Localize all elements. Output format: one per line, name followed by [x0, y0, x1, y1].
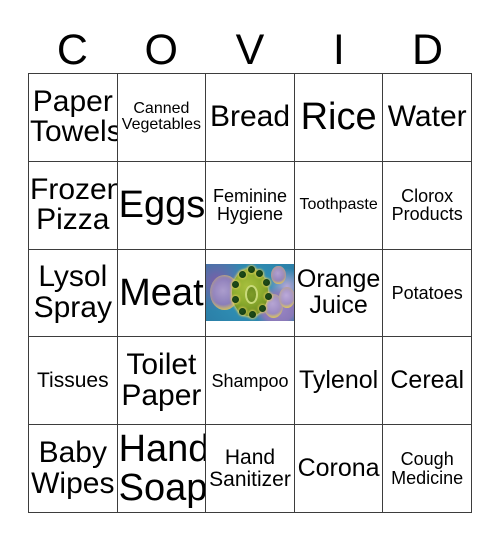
bingo-cell-r1c3[interactable]: Bread: [206, 74, 295, 162]
bingo-cell-r4c5[interactable]: Cereal: [383, 337, 472, 426]
bingo-cell-r2c3[interactable]: Feminine Hygiene: [206, 161, 295, 250]
bingo-cell-label: Rice: [300, 96, 377, 139]
header-letter-1: C: [56, 26, 88, 74]
virus-spike-icon: [264, 293, 272, 301]
bingo-cell-r4c2[interactable]: Toilet Paper: [117, 337, 207, 426]
virus-spike-icon: [249, 311, 257, 319]
bingo-cell-label: Clorox Products: [391, 185, 463, 225]
bingo-cell-r5c2[interactable]: Hand Soap: [117, 425, 207, 513]
bingo-header-row: C O V I D: [28, 18, 472, 73]
bingo-cell-label: Meat: [119, 271, 204, 314]
bingo-cell-r3c1[interactable]: Lysol Spray: [29, 249, 118, 338]
covid-bingo-card: C O V I D Paper Towels Canned Vegetables…: [0, 0, 500, 544]
bingo-cell-label: Hand Soap: [118, 427, 207, 509]
header-letter-5: D: [412, 26, 444, 74]
bingo-cell-r3c2[interactable]: Meat: [117, 249, 207, 338]
bingo-cell-r1c1[interactable]: Paper Towels: [29, 74, 118, 162]
bingo-cell-label: Frozen Pizza: [30, 172, 118, 237]
bingo-cell-free-space[interactable]: [206, 249, 295, 338]
bingo-grid: Paper Towels Canned Vegetables Bread Ric…: [28, 73, 472, 513]
bingo-cell-label: Paper Towels: [30, 84, 118, 149]
bingo-cell-label: Lysol Spray: [33, 260, 112, 324]
virus-core-icon: [245, 284, 259, 304]
virus-spike-icon: [239, 308, 247, 316]
bingo-cell-r1c2[interactable]: Canned Vegetables: [117, 74, 207, 162]
bingo-cell-r2c1[interactable]: Frozen Pizza: [29, 161, 118, 250]
bingo-cell-label: Potatoes: [391, 282, 463, 303]
virus-spike-icon: [262, 279, 270, 287]
bingo-cell-r4c4[interactable]: Tylenol: [294, 337, 384, 426]
bingo-cell-r4c3[interactable]: Shampoo: [206, 337, 295, 426]
bingo-cell-label: Cereal: [390, 366, 465, 395]
virus-spike-icon: [247, 265, 255, 273]
cell-blob-top-right-icon: [271, 265, 286, 285]
virus-spike-icon: [231, 296, 239, 304]
header-letter-4: I: [332, 26, 345, 74]
bingo-cell-label: Canned Vegetables: [121, 100, 201, 134]
bingo-cell-r5c5[interactable]: Cough Medicine: [383, 425, 472, 513]
bingo-cell-r2c2[interactable]: Eggs: [117, 161, 207, 250]
cell-blob-far-right-icon: [278, 287, 294, 308]
bingo-cell-label: Eggs: [118, 183, 206, 226]
bingo-cell-label: Hand Sanitizer: [209, 446, 291, 491]
bingo-cell-r1c5[interactable]: Water: [383, 74, 472, 162]
bingo-cell-label: Bread: [209, 100, 291, 134]
bingo-cell-r5c4[interactable]: Corona: [294, 425, 384, 513]
bingo-cell-label: Baby Wipes: [31, 436, 115, 500]
bingo-cell-r2c5[interactable]: Clorox Products: [383, 161, 472, 250]
bingo-cell-r4c1[interactable]: Tissues: [29, 337, 118, 426]
header-letter-2: O: [144, 26, 178, 74]
bingo-cell-label: Tylenol: [298, 366, 379, 395]
bingo-cell-label: Cough Medicine: [391, 449, 464, 488]
bingo-cell-label: Feminine Hygiene: [212, 185, 287, 225]
virus-spike-icon: [256, 269, 264, 277]
bingo-cell-r3c4[interactable]: Orange Juice: [294, 249, 384, 338]
bingo-cell-r2c4[interactable]: Toothpaste: [294, 161, 384, 250]
virus-particle-icon: [231, 265, 272, 319]
bingo-cell-label: Tissues: [37, 369, 109, 393]
bingo-cell-r1c4[interactable]: Rice: [294, 74, 384, 162]
bingo-cell-label: Toilet Paper: [121, 348, 202, 412]
bingo-cell-label: Toothpaste: [299, 196, 378, 214]
virus-spike-icon: [232, 281, 240, 289]
bingo-cell-label: Corona: [297, 453, 380, 482]
virus-spike-icon: [238, 270, 246, 278]
bingo-cell-label: Water: [387, 100, 467, 134]
bingo-cell-r5c1[interactable]: Baby Wipes: [29, 425, 118, 513]
header-letter-3: V: [235, 26, 265, 74]
bingo-cell-label: Shampoo: [211, 370, 289, 391]
bingo-cell-r5c3[interactable]: Hand Sanitizer: [206, 425, 295, 513]
coronavirus-image: [206, 264, 294, 322]
bingo-cell-r3c5[interactable]: Potatoes: [383, 249, 472, 338]
bingo-cell-label: Orange Juice: [296, 265, 381, 319]
